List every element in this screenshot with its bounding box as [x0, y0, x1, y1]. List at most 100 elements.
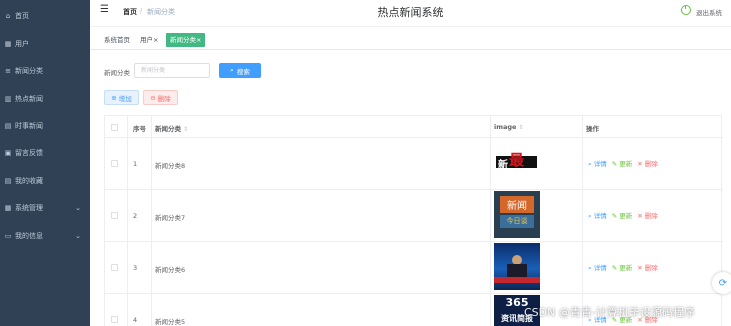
thumbnail-image: 新 最 — [494, 145, 540, 180]
update-button[interactable]: ✎ 更新 — [612, 210, 633, 221]
update-button[interactable]: ✎ 更新 — [612, 158, 633, 169]
grid-icon: ▦ — [4, 39, 12, 48]
add-button-label: 增加 — [118, 94, 132, 103]
add-button[interactable]: ⊕ 增加 — [104, 90, 139, 105]
thumbnail-text: 最 — [509, 151, 525, 169]
sidebar-item-hot-news[interactable]: ▥ 热点新闻 — [0, 85, 90, 112]
assistant-float-button[interactable]: ⟳ — [712, 272, 731, 294]
thumbnail-image — [494, 243, 540, 290]
sidebar-item-label: 我的收藏 — [15, 176, 43, 185]
tab-users[interactable]: 用户× — [140, 33, 158, 47]
sidebar-item-system[interactable]: ▦ 系统管理 ⌄ — [0, 194, 90, 221]
close-icon[interactable]: × — [196, 36, 201, 44]
search-button-label: 搜索 — [236, 67, 250, 76]
app-title: 热点新闻系统 — [377, 6, 444, 19]
row-actions: ⌕ 详情 ✎ 更新 ✕ 删除 — [588, 262, 658, 273]
thumbnail-image: 新闻 今日谈 — [494, 191, 540, 238]
document-icon: ▤ — [4, 121, 12, 130]
thumbnail-text: 新 — [498, 160, 508, 171]
message-icon: ▣ — [4, 148, 12, 157]
select-all-checkbox[interactable] — [111, 124, 118, 131]
list-icon: ≡ — [5, 66, 11, 75]
sidebar-item-home[interactable]: ⌂ 首页 — [0, 2, 90, 29]
row-actions: ⌕ 详情 ✎ 更新 ✕ 删除 — [588, 210, 658, 221]
sidebar-item-label: 我的信息 — [15, 231, 43, 240]
minus-circle-icon: ⊖ — [150, 93, 156, 102]
sidebar-item-news-category[interactable]: ≡ 新闻分类 — [0, 57, 90, 84]
close-icon: ✕ — [637, 160, 643, 168]
sidebar: ⌂ 首页 ▦ 用户 ≡ 新闻分类 ▥ 热点新闻 ▤ 时事新闻 ▣ 留言反馈 ▤ … — [0, 0, 90, 326]
row-index: 1 — [133, 160, 138, 168]
sidebar-item-label: 首页 — [15, 11, 29, 20]
tags-view: 系统首页 用户× 新闻分类× — [90, 28, 731, 50]
header-index: 序号 — [133, 125, 146, 133]
chevron-down-icon: ⌄ — [75, 203, 81, 212]
delete-button-label: 删除 — [157, 94, 171, 103]
search-button[interactable]: ⌕ 搜索 — [219, 63, 261, 78]
sidebar-item-favorites[interactable]: ▤ 我的收藏 — [0, 167, 90, 194]
row-index: 4 — [133, 316, 138, 324]
tab-news-category[interactable]: 新闻分类× — [166, 33, 206, 47]
header-image[interactable]: image ⇕ — [494, 123, 523, 131]
row-index: 3 — [133, 264, 138, 272]
row-checkbox[interactable] — [111, 160, 118, 167]
chevron-down-icon: ⌄ — [75, 231, 81, 240]
header-image-label: image — [494, 123, 517, 131]
header-ops: 操作 — [586, 125, 599, 133]
header-name-label: 新闻分类 — [155, 125, 181, 133]
row-name: 新闻分类6 — [155, 266, 186, 274]
sidebar-item-users[interactable]: ▦ 用户 — [0, 30, 90, 57]
search-label: 新闻分类 — [104, 69, 130, 77]
row-checkbox[interactable] — [111, 316, 118, 323]
row-delete-button[interactable]: ✕ 删除 — [637, 158, 658, 169]
close-icon: ✕ — [637, 212, 643, 220]
edit-icon: ✎ — [611, 264, 618, 272]
detail-button[interactable]: ⌕ 详情 — [588, 210, 607, 221]
profile-icon: ▭ — [4, 231, 12, 240]
search-icon: ⌕ — [588, 212, 592, 220]
detail-button[interactable]: ⌕ 详情 — [588, 262, 607, 273]
edit-icon: ✎ — [611, 212, 618, 220]
close-icon: ✕ — [637, 264, 643, 272]
power-icon[interactable] — [681, 5, 691, 15]
edit-icon: ✎ — [611, 160, 618, 168]
sidebar-item-feedback[interactable]: ▣ 留言反馈 — [0, 139, 90, 166]
refresh-icon: ⟳ — [718, 277, 728, 289]
row-index: 2 — [133, 212, 138, 220]
row-checkbox[interactable] — [111, 264, 118, 271]
row-checkbox[interactable] — [111, 212, 118, 219]
delete-button[interactable]: ⊖ 删除 — [143, 90, 178, 105]
home-icon: ⌂ — [5, 11, 11, 20]
update-button[interactable]: ✎ 更新 — [612, 262, 633, 273]
thumbnail-text: 今日谈 — [506, 217, 528, 225]
sidebar-item-current-news[interactable]: ▤ 时事新闻 — [0, 112, 90, 139]
row-name: 新闻分类5 — [155, 318, 186, 326]
thumbnail-text: 新闻 — [507, 201, 527, 212]
search-icon: ⌕ — [588, 264, 592, 272]
detail-button[interactable]: ⌕ 详情 — [588, 158, 607, 169]
grid-icon: ▦ — [4, 203, 12, 212]
row-delete-button[interactable]: ✕ 删除 — [637, 262, 658, 273]
tab-system-home[interactable]: 系统首页 — [104, 33, 130, 47]
data-table: 序号 新闻分类 ⇕ image ⇕ 操作 1 新闻分类8 新 最 ⌕ 详情 ✎ 更新… — [104, 115, 723, 326]
close-icon[interactable]: × — [153, 36, 158, 44]
tab-label: 新闻分类 — [170, 36, 196, 44]
sort-icon[interactable]: ⇕ — [518, 124, 523, 131]
row-actions: ⌕ 详情 ✎ 更新 ✕ 删除 — [588, 158, 658, 169]
row-name: 新闻分类8 — [155, 162, 186, 170]
search-icon: ⌕ — [588, 160, 592, 168]
sidebar-item-label: 时事新闻 — [15, 121, 43, 130]
columns-icon: ▥ — [4, 94, 12, 103]
header-name[interactable]: 新闻分类 ⇕ — [155, 123, 188, 133]
sidebar-item-my-info[interactable]: ▭ 我的信息 ⌄ — [0, 222, 90, 249]
row-name: 新闻分类7 — [155, 214, 186, 222]
plus-circle-icon: ⊕ — [111, 93, 117, 102]
sort-icon[interactable]: ⇕ — [183, 126, 188, 133]
logout-button[interactable]: 退出系统 — [696, 7, 722, 17]
watermark: CSDN @青青-计算机毕设源码程序 — [524, 306, 695, 319]
sidebar-item-label: 留言反馈 — [15, 148, 43, 157]
sidebar-item-label: 新闻分类 — [15, 66, 43, 75]
row-delete-button[interactable]: ✕ 删除 — [637, 210, 658, 221]
folder-icon: ▤ — [4, 176, 12, 185]
search-input[interactable] — [134, 63, 210, 78]
